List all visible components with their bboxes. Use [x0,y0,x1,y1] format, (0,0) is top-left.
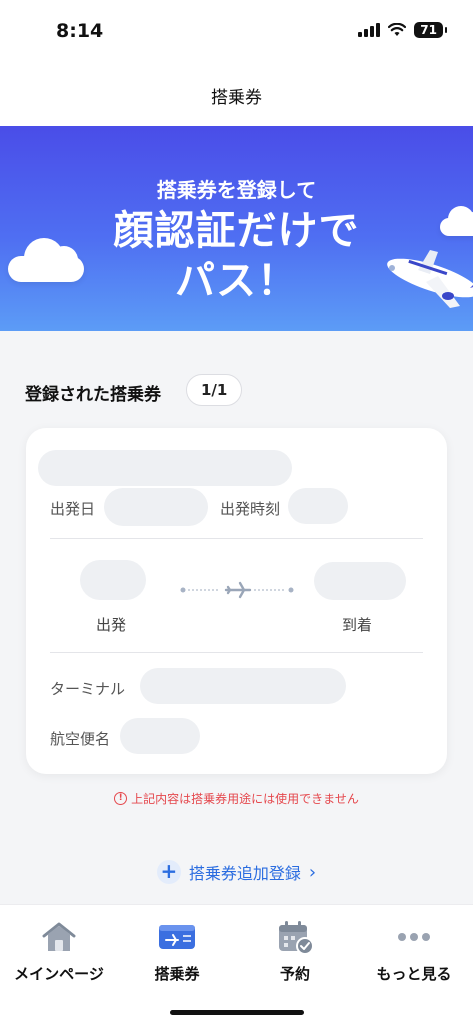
flight-route-indicator [180,581,294,599]
passenger-name-redacted [38,450,292,486]
destination-code-redacted [314,562,406,600]
more-icon [394,917,434,957]
origin-code-redacted [80,560,146,600]
airplane-icon [224,581,252,599]
status-icons: 71 [358,22,447,38]
airplane-illustration [387,250,473,308]
departure-date-label: 出発日 [50,500,96,518]
warning-text: 上記内容は搭乗券用途には使用できません [131,792,359,806]
nav-header: 搭乗券 [0,64,473,126]
pass-count-badge: 1/1 [186,374,243,406]
home-indicator [170,1010,304,1015]
bottom-tab-bar: メインページ 搭乗券 予約 もっと見る [0,904,473,1024]
chevron-right-icon: › [308,861,317,883]
registered-passes-title: 登録された搭乗券 [25,385,161,405]
departure-time-value-redacted [288,488,348,524]
banner-subtitle: 搭乗券を登録して [156,178,317,202]
page-title: 搭乗券 [211,87,262,108]
divider [50,538,423,539]
tab-boarding-pass[interactable]: 搭乗券 [118,917,236,984]
add-boarding-pass-button[interactable]: + 搭乗券追加登録 › [0,860,473,884]
home-icon [39,917,79,957]
wifi-icon [388,23,407,36]
boarding-pass-card[interactable]: 出発日 出発時刻 出発 到着 ターミナル 航空便名 [26,428,447,774]
flight-number-value-redacted [120,718,200,754]
tab-reservation[interactable]: 予約 [236,917,354,984]
boarding-pass-icon [157,917,197,957]
calendar-check-icon [275,917,315,957]
status-bar: 8:14 71 [0,0,473,64]
tab-label: 搭乗券 [154,965,200,983]
departure-time-label: 出発時刻 [220,500,281,518]
tab-main-page[interactable]: メインページ [0,917,118,984]
flight-number-label: 航空便名 [50,730,111,748]
tab-more[interactable]: もっと見る [355,917,473,984]
plus-icon: + [156,860,181,884]
tab-label: メインページ [14,965,104,983]
usage-warning: ! 上記内容は搭乗券用途には使用できません [0,790,473,807]
cellular-signal-icon [358,23,381,37]
warning-icon: ! [114,792,128,805]
terminal-label: ターミナル [50,680,126,698]
battery-indicator: 71 [414,22,447,38]
promo-banner[interactable]: 搭乗券を登録して 顔認証だけで パス！ [0,126,473,331]
status-time: 8:14 [56,20,104,42]
divider [50,652,423,653]
tab-label: 予約 [279,965,310,983]
destination-label: 到着 [342,616,373,634]
terminal-value-redacted [140,668,346,704]
add-boarding-pass-label: 搭乗券追加登録 [188,864,301,883]
departure-date-value-redacted [104,488,208,526]
origin-label: 出発 [96,616,127,634]
tab-label: もっと見る [376,965,452,983]
